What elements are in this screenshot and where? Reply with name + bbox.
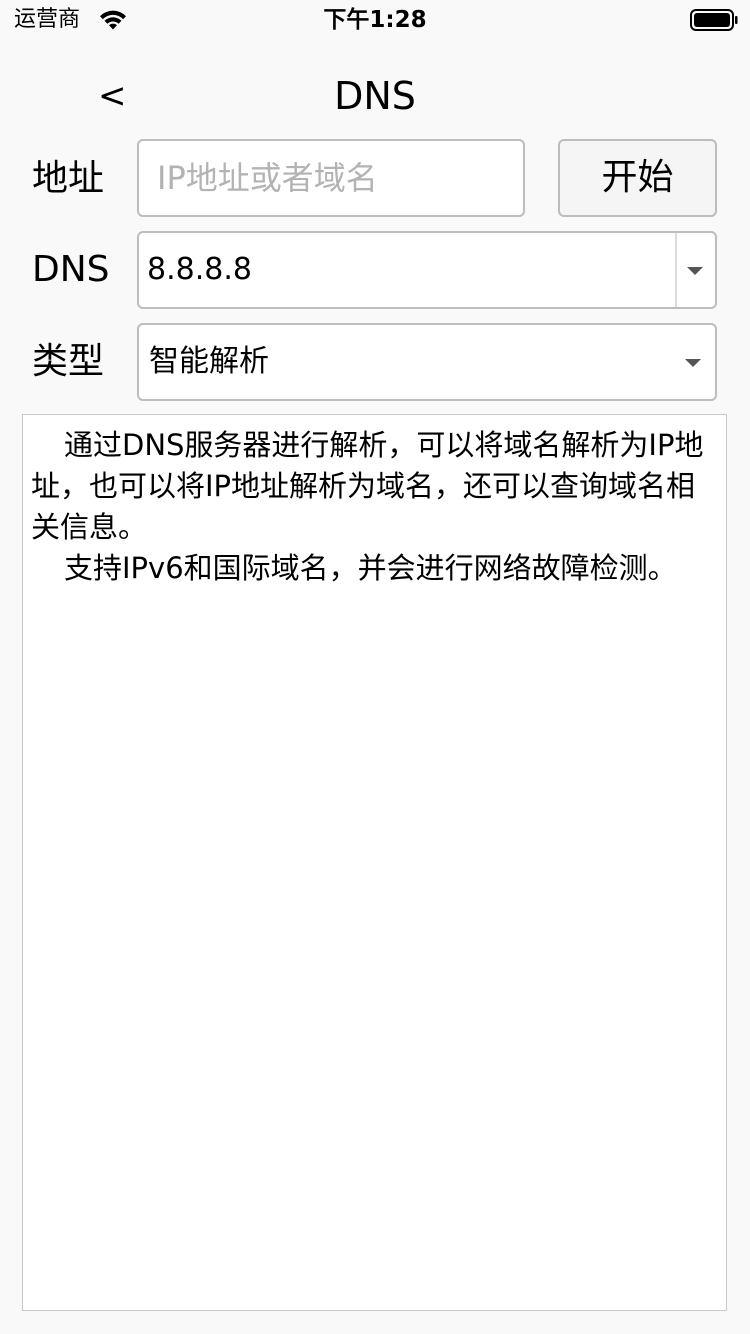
- status-time: 下午1:28: [323, 7, 427, 33]
- type-select-value: 智能解析: [149, 344, 269, 379]
- start-button[interactable]: 开始: [558, 139, 717, 217]
- info-paragraph: 支持IPv6和国际域名，并会进行网络故障检测。: [64, 551, 677, 585]
- info-paragraph: 通过DNS服务器进行解析，可以将域名解析为IP地址，也可以将IP地址解析为域名，…: [31, 428, 704, 544]
- dns-label: DNS: [32, 249, 110, 290]
- page-title: DNS: [334, 74, 416, 118]
- status-bar: 运营商 下午1:28: [0, 0, 750, 40]
- caret-down-icon: [687, 267, 703, 275]
- type-select[interactable]: 智能解析: [137, 323, 717, 401]
- dns-server-combobox[interactable]: 8.8.8.8: [137, 231, 717, 309]
- address-input[interactable]: [137, 139, 525, 217]
- type-label: 类型: [32, 341, 105, 382]
- result-text-area[interactable]: 通过DNS服务器进行解析，可以将域名解析为IP地址，也可以将IP地址解析为域名，…: [22, 414, 727, 1311]
- dns-server-value[interactable]: 8.8.8.8: [147, 233, 677, 307]
- address-label: 地址: [32, 158, 105, 199]
- battery-icon: [690, 9, 738, 31]
- caret-down-icon: [685, 359, 701, 367]
- dns-dropdown-button[interactable]: [675, 233, 715, 307]
